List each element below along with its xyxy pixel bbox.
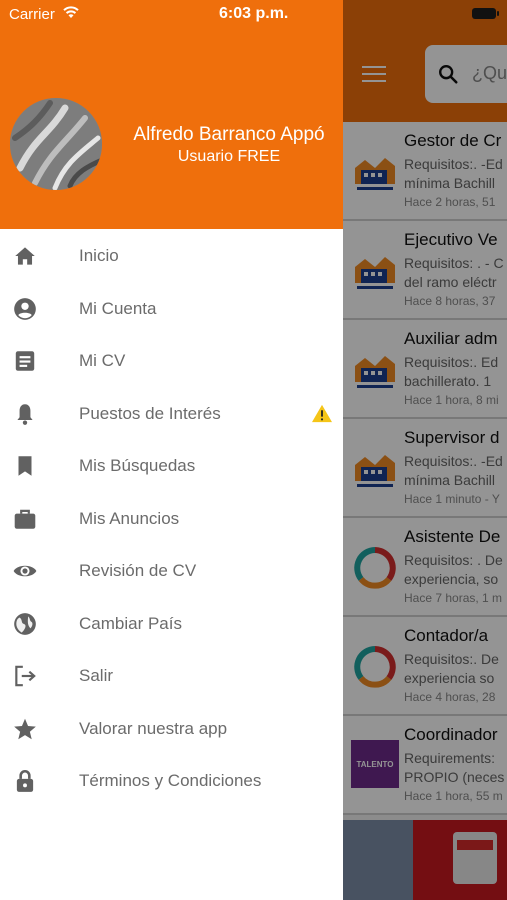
menu-item-puestos-de-interés[interactable]: Puestos de Interés — [0, 387, 343, 440]
menu-item-salir[interactable]: Salir — [0, 649, 343, 702]
avatar[interactable] — [10, 98, 102, 190]
logout-icon — [15, 665, 36, 687]
briefcase-icon — [14, 509, 36, 529]
warning-icon — [312, 404, 332, 422]
lock-icon — [16, 769, 34, 792]
menu-item-label: Mis Búsquedas — [79, 456, 196, 475]
menu-item-label: Mis Anuncios — [79, 508, 180, 528]
menu-item-mi-cv[interactable]: Mi CV — [0, 334, 343, 387]
menu-item-valorar-nuestra-app[interactable]: Valorar nuestra app — [0, 702, 343, 755]
document-icon — [15, 351, 35, 371]
account-icon — [14, 297, 36, 320]
menu-item-términos-y-condiciones[interactable]: Términos y Condiciones — [0, 754, 343, 807]
menu-item-label: Puestos de Interés — [79, 403, 221, 423]
user-name: Alfredo Barranco Appó — [133, 124, 325, 145]
status-bar: Carrier 6:03 p.m. — [0, 0, 507, 28]
bookmark-icon — [18, 456, 32, 476]
menu-item-label: Valorar nuestra app — [79, 718, 228, 738]
menu-item-label: Salir — [79, 666, 114, 685]
menu-item-label: Mi CV — [79, 351, 126, 370]
menu-item-inicio[interactable]: Inicio — [0, 229, 343, 282]
eye-icon — [13, 565, 37, 577]
menu-item-cambiar-país[interactable]: Cambiar País — [0, 597, 343, 650]
drawer-menu: Inicio Mi Cuenta Mi CV Puestos de Interé… — [0, 229, 343, 807]
menu-item-label: Cambiar País — [79, 613, 182, 633]
menu-item-mi-cuenta[interactable]: Mi Cuenta — [0, 282, 343, 335]
menu-item-label: Términos y Condiciones — [79, 771, 262, 790]
menu-item-label: Inicio — [79, 246, 119, 265]
navigation-drawer: Alfredo Barranco Appó Usuario FREE Inici… — [0, 0, 343, 900]
star-icon — [14, 718, 36, 739]
menu-item-label: Mi Cuenta — [79, 298, 157, 318]
globe-icon — [14, 612, 36, 635]
carrier-label: Carrier — [9, 6, 55, 23]
battery-icon — [472, 8, 499, 19]
menu-item-label: Revisión de CV — [79, 561, 197, 580]
bell-icon — [17, 403, 33, 425]
menu-item-mis-anuncios[interactable]: Mis Anuncios — [0, 492, 343, 545]
menu-item-revisión-de-cv[interactable]: Revisión de CV — [0, 544, 343, 597]
clock: 6:03 p.m. — [219, 5, 289, 22]
wifi-icon — [63, 6, 79, 18]
menu-item-mis-búsquedas[interactable]: Mis Búsquedas — [0, 439, 343, 492]
drawer-header: Alfredo Barranco Appó Usuario FREE — [0, 0, 343, 229]
home-icon — [15, 247, 35, 265]
user-plan: Usuario FREE — [177, 148, 281, 165]
